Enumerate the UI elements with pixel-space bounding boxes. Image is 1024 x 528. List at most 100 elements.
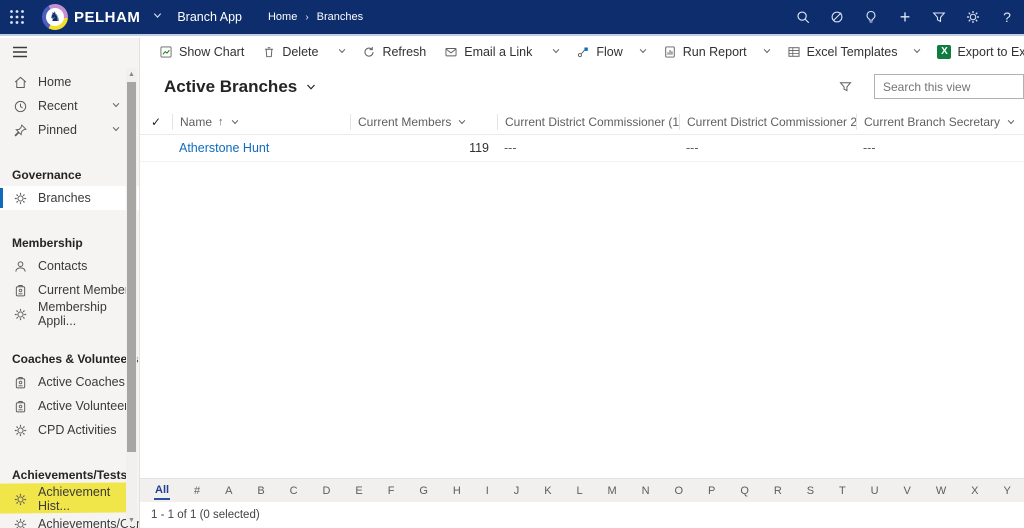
jump-letter[interactable]: H: [452, 483, 462, 499]
sidebar-section-membership: Membership: [12, 236, 83, 250]
search-this-view-input[interactable]: [874, 74, 1024, 99]
column-label: Name: [180, 115, 213, 129]
hamburger-menu-icon[interactable]: [0, 38, 139, 66]
advanced-filter-icon[interactable]: [922, 0, 956, 35]
chevron-down-icon[interactable]: [111, 99, 121, 113]
column-header-current-branch-secretary[interactable]: Current Branch Secretary: [856, 114, 1024, 130]
delete-button[interactable]: Delete: [253, 39, 327, 65]
app-switcher-chevron-icon[interactable]: [152, 8, 163, 26]
sort-ascending-icon: ↑: [218, 116, 224, 128]
jump-letter[interactable]: J: [513, 483, 521, 499]
flow-button[interactable]: Flow: [567, 39, 631, 65]
email-split-chevron-icon[interactable]: [545, 45, 567, 59]
pelham-logo[interactable]: ♞ PELHAM: [42, 4, 140, 30]
filter-icon[interactable]: [830, 74, 860, 100]
lightbulb-icon[interactable]: [854, 0, 888, 35]
column-header-current-members[interactable]: Current Members: [350, 114, 497, 130]
pelham-logo-horse: ♞: [46, 8, 64, 26]
jump-letter[interactable]: R: [773, 483, 783, 499]
jump-letter[interactable]: D: [322, 483, 332, 499]
jump-letter[interactable]: W: [935, 483, 947, 499]
module-label[interactable]: Branch App: [177, 10, 242, 24]
scrollbar-thumb[interactable]: [127, 82, 136, 452]
jump-letter[interactable]: X: [970, 483, 979, 499]
select-all-checkbox[interactable]: ✓: [140, 114, 172, 130]
table-row[interactable]: Atherstone Hunt 119 --- --- ---: [140, 135, 1024, 162]
delete-split-chevron-icon[interactable]: [331, 45, 353, 59]
column-label: Current Branch Secretary: [864, 115, 1001, 129]
export-to-excel-button[interactable]: X Export to Excel: [928, 39, 1024, 65]
cell-secretary: ---: [863, 141, 876, 155]
pin-icon: [12, 122, 28, 138]
jump-letter[interactable]: F: [387, 483, 396, 499]
jump-letter[interactable]: T: [838, 483, 847, 499]
scrollbar-up-arrow-icon[interactable]: ▲: [126, 68, 137, 80]
sidebar-item-label: Recent: [38, 99, 78, 113]
jump-letter[interactable]: S: [806, 483, 815, 499]
jump-letter[interactable]: M: [607, 483, 618, 499]
sidebar-item-achievement-history[interactable]: Achievement Hist...: [0, 485, 139, 513]
flow-chevron-icon[interactable]: [632, 45, 654, 59]
breadcrumb-home[interactable]: Home: [268, 11, 297, 23]
email-a-link-button[interactable]: Email a Link: [435, 39, 541, 65]
refresh-button[interactable]: Refresh: [353, 39, 435, 65]
sidebar-item-active-volunteers[interactable]: Active Volunteers: [0, 394, 139, 418]
compass-icon[interactable]: [820, 0, 854, 35]
column-header-current-district-commissioner-1[interactable]: Current District Commissioner (1): [497, 114, 679, 130]
grid-header-row: ✓ Name ↑ Current Members Current Distric…: [140, 110, 1024, 135]
chevron-down-icon[interactable]: [111, 123, 121, 137]
sidebar-item-branches[interactable]: Branches: [0, 186, 139, 210]
sidebar-item-current-members[interactable]: Current Members: [0, 278, 139, 302]
help-icon[interactable]: ?: [990, 0, 1024, 35]
export-to-excel-label: Export to Excel: [957, 44, 1024, 59]
jump-letter[interactable]: G: [418, 483, 429, 499]
settings-gear-icon[interactable]: [956, 0, 990, 35]
jump-letter[interactable]: V: [903, 483, 912, 499]
sidebar-item-recent[interactable]: Recent: [0, 94, 139, 118]
view-selector[interactable]: Active Branches: [164, 77, 317, 97]
sidebar-scrollbar[interactable]: ▲ ▼: [126, 68, 137, 526]
jump-letter[interactable]: K: [543, 483, 552, 499]
show-chart-button[interactable]: Show Chart: [150, 39, 253, 65]
jump-letter[interactable]: B: [256, 483, 265, 499]
sidebar-section-coaches-volunteers: Coaches & Volunteers: [12, 352, 139, 366]
jump-all[interactable]: All: [154, 482, 171, 500]
breadcrumb: Home › Branches: [268, 11, 363, 23]
jump-letter[interactable]: I: [485, 483, 490, 499]
jump-letter[interactable]: E: [354, 483, 363, 499]
sidebar-item-pinned[interactable]: Pinned: [0, 118, 139, 142]
excel-templates-button[interactable]: Excel Templates: [778, 39, 907, 65]
branches-grid: ✓ Name ↑ Current Members Current Distric…: [140, 110, 1024, 162]
app-launcher-icon[interactable]: [0, 0, 34, 35]
sidebar-item-active-coaches[interactable]: Active Coaches: [0, 370, 139, 394]
run-report-button[interactable]: Run Report: [654, 39, 756, 65]
jump-letter[interactable]: A: [224, 483, 233, 499]
jump-letter[interactable]: Y: [1002, 483, 1011, 499]
entity-gear-icon: [12, 516, 28, 528]
sidebar-item-membership-applications[interactable]: Membership Appli...: [0, 300, 139, 328]
jump-letter[interactable]: U: [870, 483, 880, 499]
sidebar-item-achievements-certificates[interactable]: Achievements/Cer...: [0, 512, 139, 528]
refresh-label: Refresh: [382, 44, 427, 59]
jump-hash[interactable]: #: [193, 483, 201, 499]
breadcrumb-current[interactable]: Branches: [317, 11, 363, 23]
jump-letter[interactable]: Q: [739, 483, 750, 499]
scrollbar-down-arrow-icon[interactable]: ▼: [126, 514, 137, 526]
email-a-link-label: Email a Link: [464, 44, 533, 59]
jump-letter[interactable]: C: [289, 483, 299, 499]
search-icon[interactable]: [786, 0, 820, 35]
jump-letter[interactable]: N: [641, 483, 651, 499]
excel-templates-chevron-icon[interactable]: [906, 45, 928, 59]
jump-letter[interactable]: L: [575, 483, 583, 499]
quick-create-plus-icon[interactable]: +: [888, 0, 922, 35]
sidebar-item-label: Pinned: [38, 123, 77, 137]
jump-letter[interactable]: P: [707, 483, 716, 499]
column-header-current-district-commissioner-2[interactable]: Current District Commissioner 2 (Role): [679, 114, 856, 130]
record-link[interactable]: Atherstone Hunt: [179, 141, 269, 155]
column-header-name[interactable]: Name ↑: [172, 114, 350, 130]
sidebar-item-home[interactable]: Home: [0, 70, 139, 94]
sidebar-item-contacts[interactable]: Contacts: [0, 254, 139, 278]
run-report-chevron-icon[interactable]: [756, 45, 778, 59]
jump-letter[interactable]: O: [674, 483, 685, 499]
sidebar-item-cpd-activities[interactable]: CPD Activities: [0, 418, 139, 442]
